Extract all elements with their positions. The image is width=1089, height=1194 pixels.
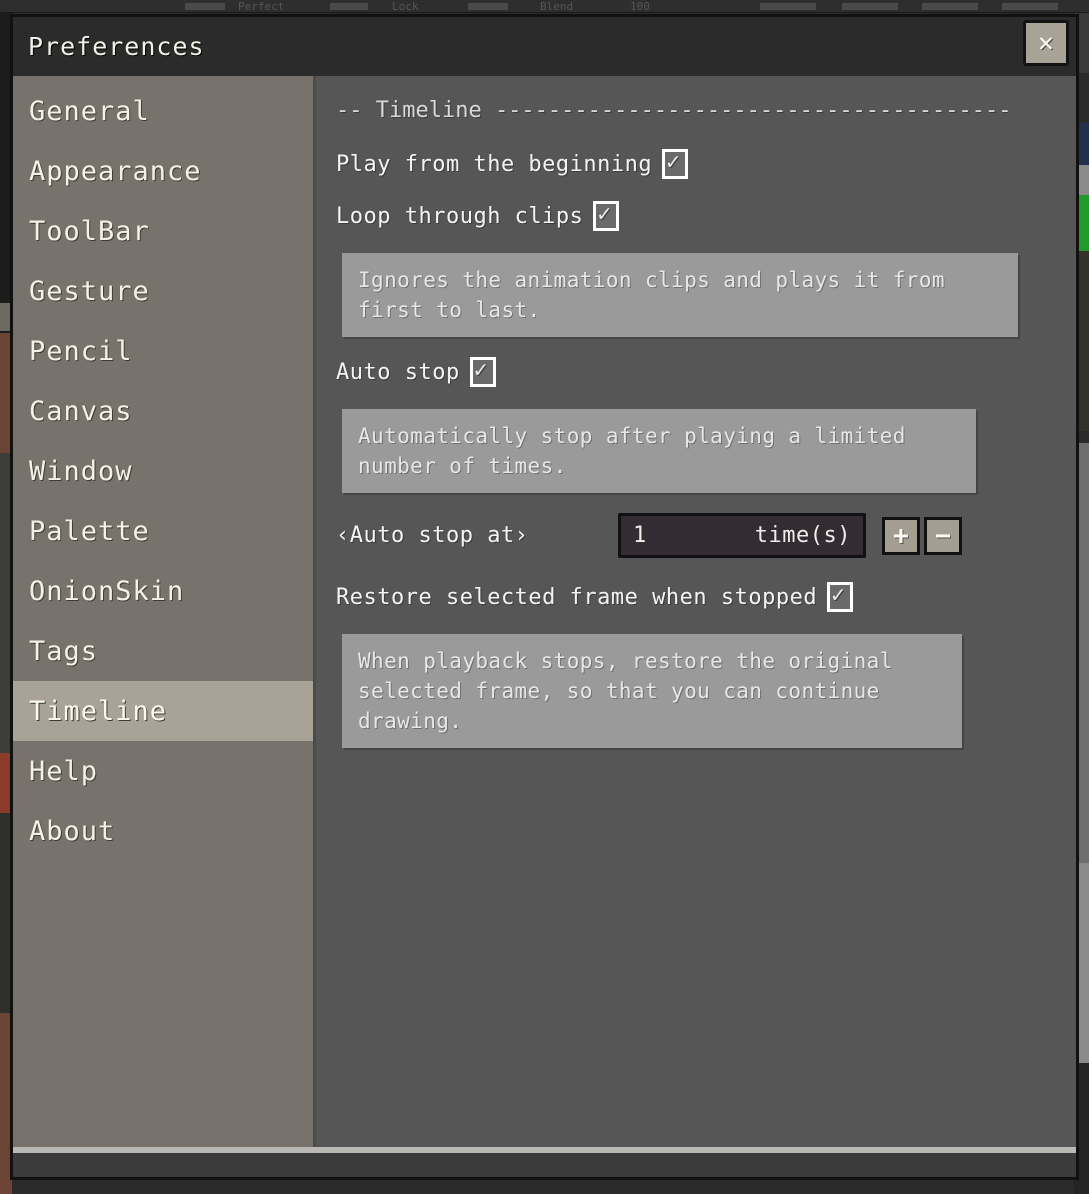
section-header-timeline: -- Timeline ----------------------------… xyxy=(336,98,1076,123)
sidebar-item-label: Pencil xyxy=(29,336,133,367)
sidebar-item-label: OnionSkin xyxy=(29,576,184,607)
sidebar-item-pencil[interactable]: Pencil xyxy=(13,321,313,381)
sidebar-item-about[interactable]: About xyxy=(13,801,313,861)
check-icon: ✓ xyxy=(831,580,845,610)
option-restore-selected-frame[interactable]: Restore selected frame when stopped ✓ xyxy=(336,582,1076,612)
check-icon: ✓ xyxy=(474,355,488,385)
checkbox-restore-selected-frame[interactable]: ✓ xyxy=(827,582,853,612)
sidebar-item-label: Help xyxy=(29,756,98,787)
sidebar-item-label: Tags xyxy=(29,636,98,667)
close-button[interactable]: ✕ xyxy=(1023,20,1069,66)
auto-stop-at-value: 1 xyxy=(633,523,646,548)
sidebar-item-toolbar[interactable]: ToolBar xyxy=(13,201,313,261)
option-label: Loop through clips xyxy=(336,204,583,229)
sidebar-item-label: Window xyxy=(29,456,133,487)
help-text-auto-stop: Automatically stop after playing a limit… xyxy=(342,409,976,493)
option-label: Auto stop xyxy=(336,360,460,385)
increment-button[interactable]: + xyxy=(882,517,920,555)
dialog-body: General Appearance ToolBar Gesture Penci… xyxy=(13,76,1076,1147)
background-tick xyxy=(1002,3,1058,10)
auto-stop-at-input[interactable]: 1 time(s) xyxy=(618,513,866,558)
background-tick xyxy=(842,3,898,10)
background-label-blend: Blend xyxy=(540,0,573,13)
close-icon: ✕ xyxy=(1038,30,1054,56)
sidebar-item-onionskin[interactable]: OnionSkin xyxy=(13,561,313,621)
background-label-opacity: 100 xyxy=(630,0,650,13)
option-auto-stop[interactable]: Auto stop ✓ xyxy=(336,357,1076,387)
sidebar-item-label: Gesture xyxy=(29,276,150,307)
sidebar-item-label: Appearance xyxy=(29,156,202,187)
help-text-loop-through-clips: Ignores the animation clips and plays it… xyxy=(342,253,1018,337)
check-icon: ✓ xyxy=(597,199,611,229)
sidebar-item-tags[interactable]: Tags xyxy=(13,621,313,681)
dialog-footer xyxy=(13,1153,1076,1177)
sidebar-item-label: Palette xyxy=(29,516,150,547)
background-label-lock: Lock xyxy=(392,0,419,13)
sidebar-item-label: About xyxy=(29,816,115,847)
option-label: Restore selected frame when stopped xyxy=(336,585,817,610)
dialog-titlebar: Preferences ✕ xyxy=(13,17,1076,76)
sidebar-item-window[interactable]: Window xyxy=(13,441,313,501)
preferences-dialog: Preferences ✕ General Appearance ToolBar… xyxy=(10,14,1079,1180)
option-loop-through-clips[interactable]: Loop through clips ✓ xyxy=(336,201,1076,231)
sidebar-item-label: General xyxy=(29,96,150,127)
checkbox-play-from-beginning[interactable]: ✓ xyxy=(662,149,688,179)
background-tick xyxy=(760,3,816,10)
auto-stop-at-unit: time(s) xyxy=(646,523,851,548)
option-label: Play from the beginning xyxy=(336,152,652,177)
decrement-button[interactable]: − xyxy=(924,517,962,555)
sidebar-item-appearance[interactable]: Appearance xyxy=(13,141,313,201)
check-icon: ✓ xyxy=(666,147,680,177)
background-toolbar: Perfect Lock Blend 100 xyxy=(0,0,1089,13)
background-label-perfect: Perfect xyxy=(238,0,284,13)
preferences-content-timeline: -- Timeline ----------------------------… xyxy=(316,76,1076,1147)
sidebar-item-label: ToolBar xyxy=(29,216,150,247)
checkbox-auto-stop[interactable]: ✓ xyxy=(470,357,496,387)
option-auto-stop-at: ‹Auto stop at› 1 time(s) + − xyxy=(336,513,1076,558)
auto-stop-at-label: ‹Auto stop at› xyxy=(336,523,618,548)
sidebar-item-label: Canvas xyxy=(29,396,133,427)
checkbox-loop-through-clips[interactable]: ✓ xyxy=(593,201,619,231)
dialog-title: Preferences xyxy=(28,32,205,61)
sidebar-item-canvas[interactable]: Canvas xyxy=(13,381,313,441)
sidebar-item-general[interactable]: General xyxy=(13,81,313,141)
option-play-from-beginning[interactable]: Play from the beginning ✓ xyxy=(336,149,1076,179)
background-tick xyxy=(330,3,368,10)
preferences-sidebar: General Appearance ToolBar Gesture Penci… xyxy=(13,76,316,1147)
help-text-restore-selected-frame: When playback stops, restore the origina… xyxy=(342,634,962,748)
sidebar-item-label: Timeline xyxy=(29,696,167,727)
background-tick xyxy=(468,3,508,10)
sidebar-item-palette[interactable]: Palette xyxy=(13,501,313,561)
sidebar-item-help[interactable]: Help xyxy=(13,741,313,801)
sidebar-item-gesture[interactable]: Gesture xyxy=(13,261,313,321)
background-tick xyxy=(185,3,225,10)
auto-stop-at-stepper: + − xyxy=(882,517,962,555)
background-tick xyxy=(922,3,978,10)
sidebar-item-timeline[interactable]: Timeline xyxy=(13,681,313,741)
